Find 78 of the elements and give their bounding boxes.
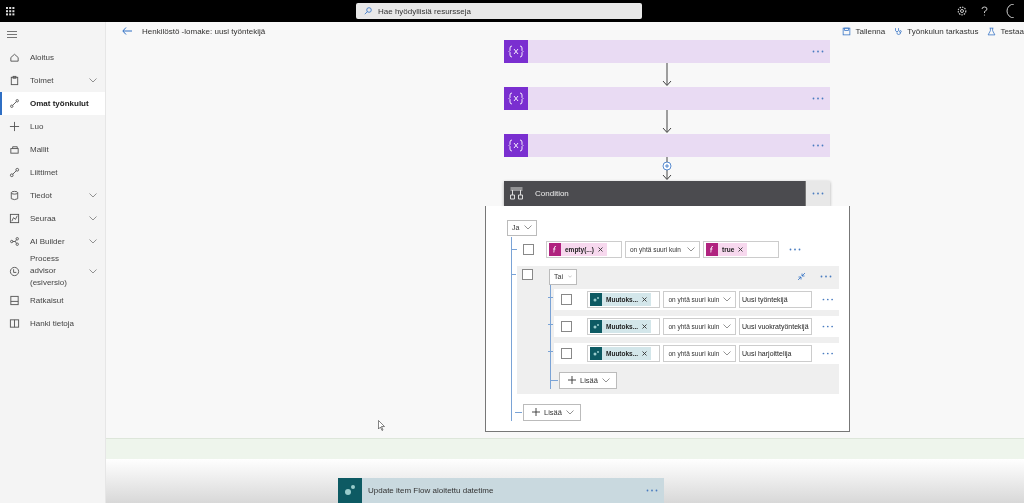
- collapse-icon[interactable]: [797, 272, 806, 282]
- remove-icon[interactable]: [642, 350, 648, 356]
- toolbar-button[interactable]: Testaa: [987, 26, 1024, 36]
- remove-icon[interactable]: [642, 296, 648, 302]
- sidebar-item[interactable]: Omat työnkulut: [0, 92, 105, 115]
- help-icon[interactable]: [981, 6, 988, 16]
- plus-icon: [532, 408, 540, 417]
- templates-icon: [9, 144, 20, 155]
- sidebar-item[interactable]: Luo: [0, 115, 105, 138]
- checkbox[interactable]: [522, 268, 533, 280]
- clock-icon: [9, 265, 20, 277]
- database-icon: [9, 190, 20, 201]
- checkbox[interactable]: [561, 347, 572, 359]
- book-icon: [9, 318, 20, 329]
- remove-icon[interactable]: [642, 323, 648, 329]
- connector-icon: [9, 167, 20, 178]
- search-field[interactable]: Hae hyödyllisiä resursseja: [356, 3, 642, 19]
- flow-title: Henkilöstö -lomake: uusi työntekijä: [142, 26, 266, 36]
- step-title: Update item Flow aloitettu datetime: [368, 486, 494, 495]
- more-icon[interactable]: [820, 275, 832, 279]
- search-placeholder: Hae hyödyllisiä resursseja: [378, 6, 471, 16]
- checkbox[interactable]: [523, 243, 534, 255]
- sidebar-item[interactable]: Seuraa: [0, 207, 105, 230]
- chevron-down-icon: [723, 350, 732, 356]
- chevron-down-icon: [723, 296, 732, 302]
- settings-icon[interactable]: [957, 6, 967, 16]
- sidebar-item[interactable]: Aloitus: [0, 46, 105, 69]
- flask-icon: [987, 26, 997, 36]
- plus-icon: [9, 121, 20, 132]
- solutions-icon: [9, 295, 20, 306]
- more-icon[interactable]: [812, 144, 824, 148]
- sidebar-item[interactable]: Liittimet: [0, 161, 105, 184]
- chevron-down-icon: [565, 409, 574, 415]
- toolbar-button[interactable]: Tallenna: [842, 26, 886, 36]
- more-icon[interactable]: [789, 247, 801, 251]
- toolbar-button[interactable]: Työnkulun tarkastus: [894, 26, 979, 36]
- mouse-cursor-icon: [378, 420, 385, 431]
- clipboard-icon: [9, 75, 20, 86]
- save-icon: [842, 26, 852, 36]
- more-icon[interactable]: [812, 192, 824, 196]
- remove-icon[interactable]: [738, 246, 744, 252]
- more-icon[interactable]: [822, 351, 834, 355]
- checkbox[interactable]: [561, 320, 572, 332]
- sidebar-item[interactable]: Toimet: [0, 69, 105, 92]
- chevron-down-icon: [601, 377, 610, 383]
- stethoscope-icon: [894, 26, 904, 36]
- sidebar-item[interactable]: Mallit: [0, 138, 105, 161]
- condition-title: Condition: [535, 189, 570, 199]
- chevron-down-icon: [524, 225, 533, 231]
- insert-step-arrow[interactable]: [662, 157, 672, 182]
- chevron-down-icon: [567, 274, 572, 280]
- more-icon[interactable]: [646, 489, 658, 492]
- connector-arrow: [662, 110, 672, 135]
- menu-icon[interactable]: [7, 30, 17, 38]
- flow-icon: [9, 98, 20, 109]
- search-icon: [364, 7, 372, 15]
- nodes-icon: [9, 236, 20, 247]
- plus-icon: [568, 376, 576, 385]
- more-icon[interactable]: [812, 50, 824, 54]
- chevron-down-icon: [687, 246, 695, 252]
- chart-icon: [9, 213, 20, 224]
- back-arrow-icon[interactable]: [122, 27, 132, 36]
- sidebar-item[interactable]: Ratkaisut: [0, 289, 105, 312]
- more-icon[interactable]: [822, 324, 834, 328]
- chevron-down-icon: [723, 323, 732, 329]
- sidebar-item[interactable]: Hanki tietoja: [0, 312, 105, 335]
- more-icon[interactable]: [812, 97, 824, 101]
- checkbox[interactable]: [561, 293, 572, 305]
- more-icon[interactable]: [822, 297, 834, 301]
- condition-header[interactable]: Condition: [504, 181, 830, 207]
- connector-arrow: [662, 63, 672, 88]
- sidebar-item[interactable]: Tiedot: [0, 184, 105, 207]
- sidebar-item[interactable]: AI Builder: [0, 230, 105, 253]
- remove-icon[interactable]: [597, 246, 603, 252]
- more-button[interactable]: [805, 181, 830, 207]
- sidebar-item[interactable]: Process advisor (esiversio): [0, 253, 105, 289]
- home-icon: [9, 52, 20, 63]
- app-launcher-icon[interactable]: [6, 6, 15, 16]
